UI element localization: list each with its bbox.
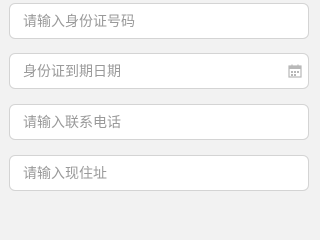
id-expiry-date-placeholder: 身份证到期日期	[23, 64, 121, 80]
phone-input[interactable]: 请输入联系电话	[9, 104, 309, 140]
form: 请输入身份证号码 身份证到期日期 请输入联系电话 请输入现住址	[0, 0, 320, 200]
address-input[interactable]: 请输入现住址	[9, 155, 309, 191]
id-expiry-date-input[interactable]: 身份证到期日期	[9, 53, 309, 89]
address-placeholder: 请输入现住址	[23, 166, 107, 182]
calendar-icon[interactable]	[288, 64, 302, 78]
id-number-placeholder: 请输入身份证号码	[23, 14, 135, 30]
phone-placeholder: 请输入联系电话	[23, 115, 121, 131]
id-number-input[interactable]: 请输入身份证号码	[9, 3, 309, 39]
